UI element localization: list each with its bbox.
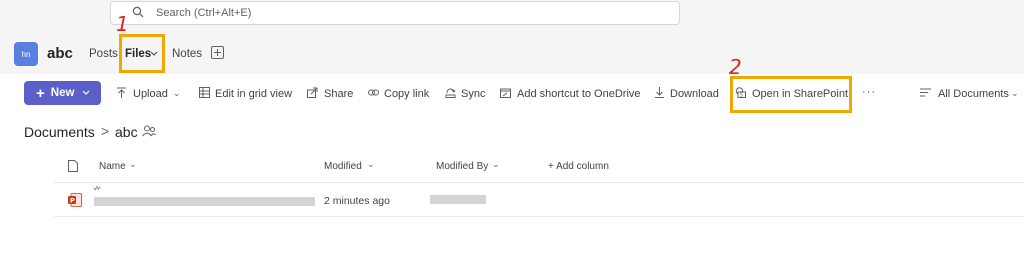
svg-text:P: P — [70, 197, 75, 205]
chevron-down-icon[interactable]: ⌄ — [1011, 88, 1019, 99]
chevron-down-icon[interactable]: ⌄ — [173, 88, 181, 99]
new-item-icon — [93, 186, 101, 191]
modified-date: 2 minutes ago — [324, 195, 390, 207]
upload-button[interactable]: Upload — [133, 88, 168, 100]
breadcrumb-documents[interactable]: Documents — [24, 124, 95, 140]
file-type-icon — [68, 160, 78, 172]
search-placeholder: Search (Ctrl+Alt+E) — [156, 7, 252, 19]
more-options-button[interactable]: ··· — [862, 86, 876, 98]
grid-view-icon[interactable] — [199, 87, 210, 98]
annotation-box-files — [119, 34, 165, 73]
chevron-down-icon[interactable]: ⌄ — [129, 159, 137, 170]
new-button[interactable]: + New — [24, 81, 101, 105]
link-icon[interactable] — [368, 87, 379, 98]
file-name-redacted[interactable] — [94, 197, 315, 206]
team-avatar[interactable]: hn — [14, 42, 38, 66]
powerpoint-file-icon: P — [68, 193, 82, 207]
share-button[interactable]: Share — [324, 88, 353, 100]
breadcrumb-current: abc — [115, 124, 138, 140]
chevron-down-icon[interactable]: ⌄ — [367, 159, 375, 170]
column-header-modified-by[interactable]: Modified By — [436, 161, 488, 172]
chevron-down-icon[interactable]: ⌄ — [492, 159, 500, 170]
plus-icon: + — [36, 84, 45, 102]
add-tab-button[interactable] — [211, 46, 224, 59]
edit-grid-view-button[interactable]: Edit in grid view — [215, 88, 292, 100]
view-options-icon[interactable] — [920, 87, 931, 98]
add-shortcut-button[interactable]: Add shortcut to OneDrive — [517, 88, 641, 100]
copy-link-button[interactable]: Copy link — [384, 88, 429, 100]
download-button[interactable]: Download — [670, 88, 719, 100]
column-header-name[interactable]: Name — [99, 161, 126, 172]
annotation-number-1: 1 — [116, 12, 129, 36]
search-icon — [132, 6, 144, 18]
people-icon[interactable] — [142, 125, 156, 137]
team-name[interactable]: abc — [47, 45, 73, 62]
annotation-box-sharepoint — [730, 76, 852, 113]
sync-icon[interactable] — [445, 87, 456, 98]
modified-by-redacted — [430, 195, 486, 204]
add-column-button[interactable]: + Add column — [548, 161, 609, 172]
upload-icon[interactable] — [116, 87, 127, 98]
breadcrumb-separator: > — [101, 123, 110, 139]
content-area — [0, 74, 1024, 254]
share-icon[interactable] — [307, 87, 318, 98]
tab-posts[interactable]: Posts — [89, 48, 118, 60]
download-icon[interactable] — [654, 87, 665, 98]
new-button-label: New — [50, 87, 75, 99]
row-divider — [54, 216, 1024, 217]
sync-button[interactable]: Sync — [461, 88, 485, 100]
tab-notes[interactable]: Notes — [172, 48, 202, 60]
add-shortcut-icon[interactable] — [500, 87, 511, 98]
chevron-down-icon — [82, 90, 90, 95]
view-selector[interactable]: All Documents — [938, 88, 1009, 100]
column-header-modified[interactable]: Modified — [324, 161, 362, 172]
